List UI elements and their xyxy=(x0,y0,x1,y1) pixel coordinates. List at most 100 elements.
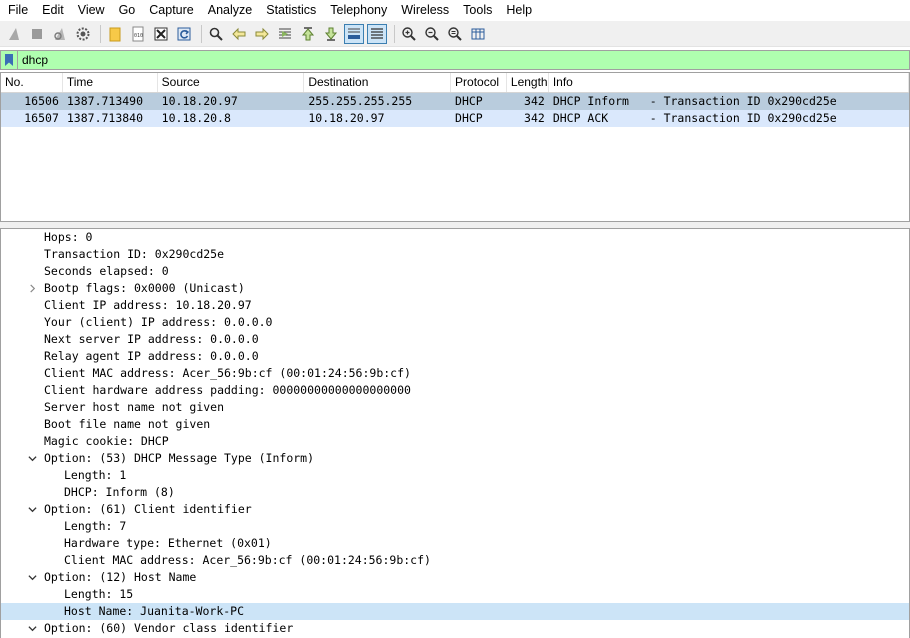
packet-list-header: No. Time Source Destination Protocol Len… xyxy=(1,73,910,93)
find-magnifier-icon[interactable] xyxy=(206,24,226,44)
detail-tree-item[interactable]: Seconds elapsed: 0 xyxy=(1,263,909,280)
expanded-arrow-icon[interactable] xyxy=(25,569,39,586)
packet-row[interactable]: 16507 1387.713840 10.18.20.8 10.18.20.97… xyxy=(1,110,909,127)
go-first-packet-icon[interactable] xyxy=(298,24,318,44)
go-last-packet-icon[interactable] xyxy=(321,24,341,44)
detail-tree-item[interactable]: Client MAC address: Acer_56:9b:cf (00:01… xyxy=(1,552,909,569)
detail-tree-label: Option: (12) Host Name xyxy=(44,570,197,584)
open-folder-icon[interactable] xyxy=(105,24,125,44)
filter-bookmark-icon[interactable] xyxy=(1,51,18,69)
detail-tree-label: Bootp flags: 0x0000 (Unicast) xyxy=(44,281,245,295)
zoom-in-icon[interactable] xyxy=(399,24,419,44)
menu-bar: File Edit View Go Capture Analyze Statis… xyxy=(0,0,910,21)
menu-help[interactable]: Help xyxy=(498,0,538,21)
svg-text:010: 010 xyxy=(134,33,143,39)
detail-tree-label: Host Name: Juanita-Work-PC xyxy=(64,604,245,618)
autoscroll-icon[interactable] xyxy=(344,23,364,44)
menu-statistics[interactable]: Statistics xyxy=(258,0,322,21)
menu-capture[interactable]: Capture xyxy=(141,0,199,21)
detail-tree-item[interactable]: Hops: 0 xyxy=(1,229,909,246)
detail-tree-item[interactable]: Server host name not given xyxy=(1,399,909,416)
close-file-icon[interactable] xyxy=(151,24,171,44)
detail-tree-label: Client hardware address padding: 0000000… xyxy=(44,383,411,397)
packet-length: 342 xyxy=(524,94,545,108)
packet-destination: 255.255.255.255 xyxy=(308,94,413,108)
detail-tree-item[interactable]: Relay agent IP address: 0.0.0.0 xyxy=(1,348,909,365)
save-binary-file-icon[interactable]: 010 xyxy=(128,24,148,44)
detail-tree-item[interactable]: Option: (12) Host Name xyxy=(1,569,909,586)
shark-fin-start-icon[interactable] xyxy=(4,24,24,44)
menu-file[interactable]: File xyxy=(0,0,34,21)
display-filter-input[interactable] xyxy=(22,52,882,68)
expanded-arrow-icon[interactable] xyxy=(25,501,39,518)
packet-time: 1387.713840 xyxy=(66,111,144,125)
detail-tree-item[interactable]: Length: 15 xyxy=(1,586,909,603)
toolbar-separator xyxy=(100,24,101,43)
shark-fin-restart-icon[interactable] xyxy=(50,24,70,44)
detail-tree-item[interactable]: Your (client) IP address: 0.0.0.0 xyxy=(1,314,909,331)
column-header-info[interactable]: Info xyxy=(549,73,910,92)
detail-tree-item[interactable]: Magic cookie: DHCP xyxy=(1,433,909,450)
column-header-destination[interactable]: Destination xyxy=(304,73,452,92)
detail-tree-item[interactable]: Client MAC address: Acer_56:9b:cf (00:01… xyxy=(1,365,909,382)
collapsed-arrow-icon[interactable] xyxy=(25,280,39,297)
resize-columns-icon[interactable] xyxy=(468,24,488,44)
colorize-icon[interactable] xyxy=(367,23,387,44)
column-header-no[interactable]: No. xyxy=(1,73,63,92)
detail-tree-item[interactable]: Client IP address: 10.18.20.97 xyxy=(1,297,909,314)
packet-length: 342 xyxy=(524,111,545,125)
go-back-arrow-icon[interactable] xyxy=(229,24,249,44)
detail-tree-item[interactable]: Length: 1 xyxy=(1,467,909,484)
detail-tree-item[interactable]: Host Name: Juanita-Work-PC xyxy=(1,603,909,620)
column-header-length[interactable]: Length xyxy=(507,73,549,92)
menu-edit[interactable]: Edit xyxy=(34,0,70,21)
detail-tree-label: Option: (53) DHCP Message Type (Inform) xyxy=(44,451,315,465)
detail-tree-label: Option: (61) Client identifier xyxy=(44,502,252,516)
zoom-out-icon[interactable] xyxy=(422,24,442,44)
packet-source: 10.18.20.8 xyxy=(161,111,231,125)
column-header-protocol[interactable]: Protocol xyxy=(451,73,507,92)
detail-tree-item[interactable]: Option: (53) DHCP Message Type (Inform) xyxy=(1,450,909,467)
detail-tree-item[interactable]: DHCP: Inform (8) xyxy=(1,484,909,501)
detail-tree-label: Your (client) IP address: 0.0.0.0 xyxy=(44,315,273,329)
stop-square-icon[interactable] xyxy=(27,24,47,44)
menu-wireless[interactable]: Wireless xyxy=(393,0,455,21)
normal-size-icon[interactable] xyxy=(445,24,465,44)
packet-destination: 10.18.20.97 xyxy=(308,111,385,125)
packet-row[interactable]: 16506 1387.713490 10.18.20.97 255.255.25… xyxy=(1,93,909,110)
column-header-time[interactable]: Time xyxy=(63,73,158,92)
detail-tree-label: Client MAC address: Acer_56:9b:cf (00:01… xyxy=(64,553,431,567)
detail-tree-item[interactable]: Option: (60) Vendor class identifier xyxy=(1,620,909,637)
detail-tree-item[interactable]: Option: (61) Client identifier xyxy=(1,501,909,518)
detail-tree-item[interactable]: Next server IP address: 0.0.0.0 xyxy=(1,331,909,348)
detail-tree-item[interactable]: Length: 7 xyxy=(1,518,909,535)
menu-analyze[interactable]: Analyze xyxy=(200,0,258,21)
expanded-arrow-icon[interactable] xyxy=(25,450,39,467)
menu-go[interactable]: Go xyxy=(111,0,142,21)
detail-tree-label: Hardware type: Ethernet (0x01) xyxy=(64,536,272,550)
column-header-source[interactable]: Source xyxy=(158,73,305,92)
packet-protocol: DHCP xyxy=(455,111,483,125)
packet-no: 16507 xyxy=(24,111,59,125)
menu-view[interactable]: View xyxy=(70,0,111,21)
toolbar-separator xyxy=(201,24,202,43)
detail-tree-label: Length: 1 xyxy=(64,468,127,482)
menu-telephony[interactable]: Telephony xyxy=(322,0,393,21)
detail-tree-label: Server host name not given xyxy=(44,400,225,414)
go-forward-arrow-icon[interactable] xyxy=(252,24,272,44)
detail-tree-item[interactable]: Bootp flags: 0x0000 (Unicast) xyxy=(1,280,909,297)
detail-tree-label: Hops: 0 xyxy=(44,230,93,244)
capture-options-gear-icon[interactable] xyxy=(73,24,93,44)
detail-tree-label: Boot file name not given xyxy=(44,417,211,431)
packet-list-pane: No. Time Source Destination Protocol Len… xyxy=(0,72,910,222)
detail-tree-label: DHCP: Inform (8) xyxy=(64,485,175,499)
menu-tools[interactable]: Tools xyxy=(455,0,498,21)
detail-tree-item[interactable]: Transaction ID: 0x290cd25e xyxy=(1,246,909,263)
detail-tree-item[interactable]: Boot file name not given xyxy=(1,416,909,433)
detail-tree-label: Next server IP address: 0.0.0.0 xyxy=(44,332,259,346)
go-to-packet-icon[interactable] xyxy=(275,24,295,44)
detail-tree-item[interactable]: Hardware type: Ethernet (0x01) xyxy=(1,535,909,552)
detail-tree-item[interactable]: Client hardware address padding: 0000000… xyxy=(1,382,909,399)
expanded-arrow-icon[interactable] xyxy=(25,620,39,637)
reload-icon[interactable] xyxy=(174,24,194,44)
